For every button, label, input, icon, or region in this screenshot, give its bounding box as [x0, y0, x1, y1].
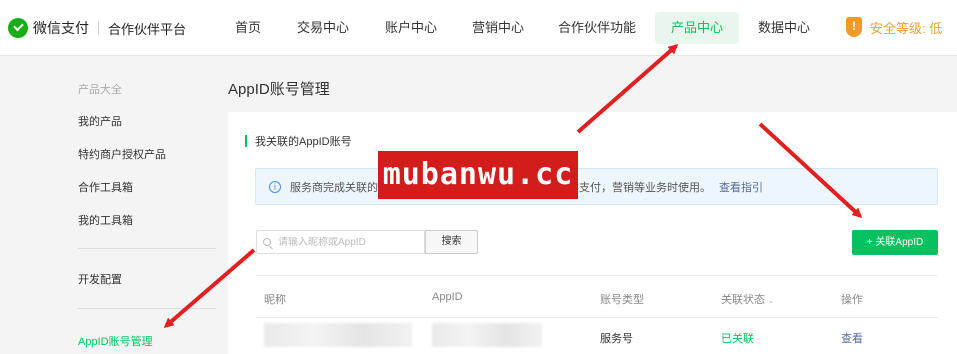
- annotation-arrows: [163, 44, 863, 328]
- arrow-to-appid-management: [163, 248, 256, 328]
- arrow-to-product-center: [576, 44, 679, 134]
- arrow-to-add-appid: [758, 122, 863, 219]
